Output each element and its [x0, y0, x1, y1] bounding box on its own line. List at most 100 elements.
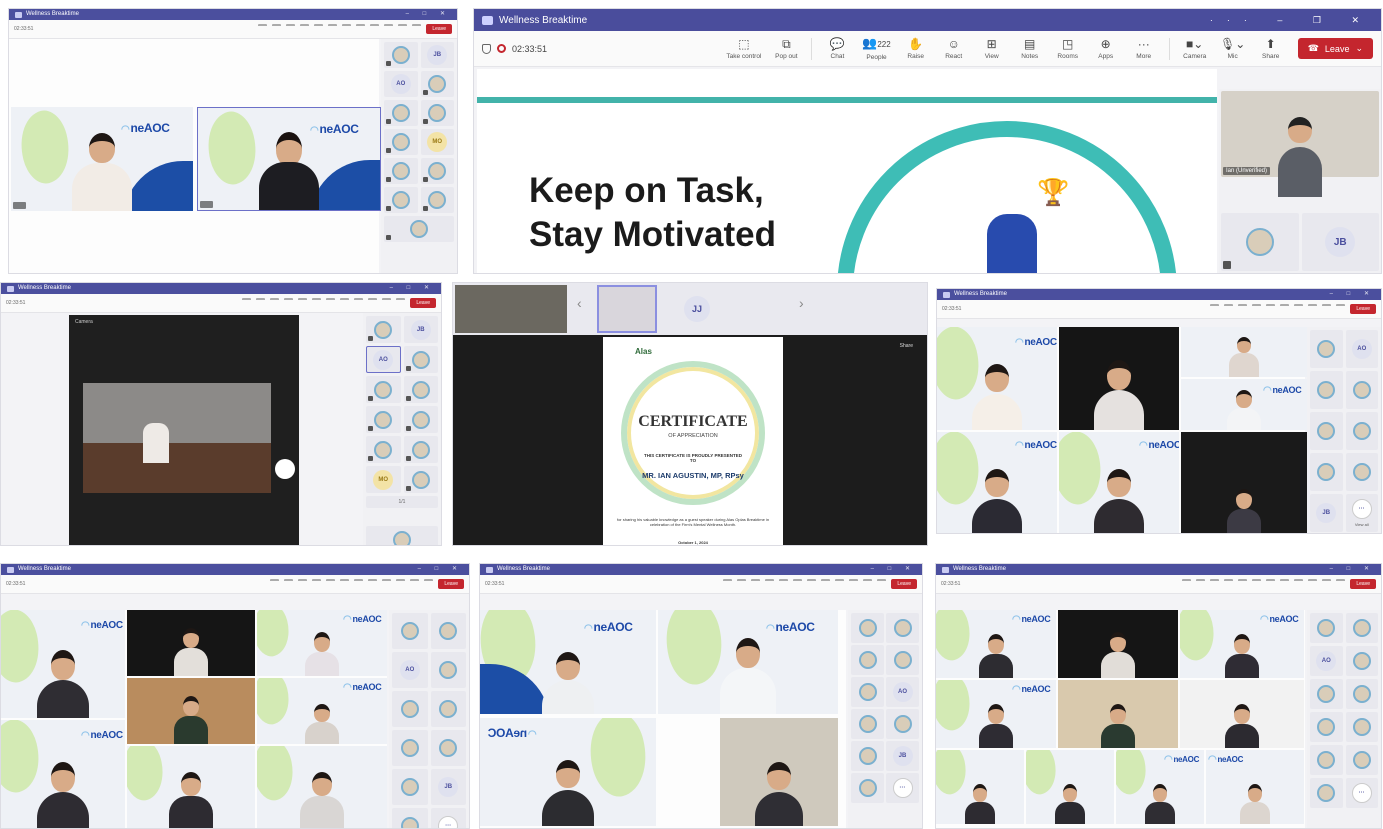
notes-icon[interactable] — [340, 578, 350, 590]
notes-icon[interactable] — [312, 297, 322, 309]
participant-thumbnail[interactable]: JB — [420, 42, 454, 68]
participant-thumbnail[interactable] — [366, 406, 401, 433]
mic-icon[interactable] — [410, 578, 420, 590]
participant-thumbnail[interactable] — [1310, 453, 1343, 491]
participant-thumbnail[interactable] — [851, 645, 884, 675]
apps-icon[interactable] — [356, 23, 366, 35]
react-icon[interactable] — [765, 578, 775, 590]
window-controls[interactable]: – □ ✕ — [1330, 289, 1381, 300]
participant-thumbnail[interactable] — [384, 187, 418, 213]
apps-icon[interactable] — [821, 578, 831, 590]
participant-thumbnail[interactable]: AO — [1345, 330, 1378, 368]
camera-icon[interactable] — [396, 578, 406, 590]
leave-button[interactable]: Leave — [438, 579, 464, 589]
react-icon[interactable] — [284, 297, 294, 309]
participant-thumbnail[interactable]: AO — [886, 677, 919, 707]
people-icon[interactable] — [272, 23, 282, 35]
video-tile[interactable]: neAOC — [1059, 432, 1179, 533]
camera-button[interactable]: ■⌄ Camera — [1178, 38, 1212, 60]
video-tile[interactable] — [1058, 610, 1178, 678]
mic-icon[interactable] — [382, 297, 392, 309]
participant-thumbnail[interactable] — [1310, 745, 1343, 775]
leave-button[interactable]: ☎ Leave ⌄ — [1297, 38, 1373, 59]
video-tile[interactable] — [1181, 327, 1307, 377]
video-tile[interactable]: neAOC — [1, 720, 125, 828]
participant-thumbnail[interactable] — [384, 129, 418, 155]
participant-thumbnail[interactable] — [1345, 453, 1378, 491]
participant-thumbnail[interactable]: JB — [403, 316, 438, 343]
more-icon[interactable] — [835, 578, 845, 590]
view-icon[interactable] — [326, 578, 336, 590]
video-tile[interactable]: neAOC — [11, 107, 193, 211]
react-icon[interactable] — [1224, 578, 1234, 590]
participant-thumbnail[interactable] — [420, 71, 454, 97]
raise-hand-icon[interactable] — [286, 23, 296, 35]
participant-thumbnail[interactable] — [392, 613, 428, 649]
participant-thumbnail[interactable] — [886, 645, 919, 675]
camera-icon[interactable] — [384, 23, 394, 35]
people-icon[interactable] — [284, 578, 294, 590]
video-tile[interactable]: neAOC — [1206, 750, 1304, 824]
participant-thumbnail[interactable]: AO — [384, 71, 418, 97]
video-tile[interactable] — [1059, 327, 1179, 430]
mic-icon[interactable] — [1322, 578, 1332, 590]
participant-thumbnail[interactable] — [817, 285, 927, 333]
raise-hand-icon[interactable] — [1238, 303, 1248, 315]
participant-thumbnail[interactable] — [1310, 679, 1343, 709]
participant-thumbnail[interactable] — [1310, 712, 1343, 742]
video-tile[interactable] — [720, 718, 838, 826]
video-tile[interactable] — [257, 746, 387, 828]
participant-thumbnail[interactable]: MO — [366, 466, 401, 493]
video-tile[interactable]: neAOC — [257, 678, 387, 744]
view-icon[interactable] — [314, 23, 324, 35]
leave-button[interactable]: Leave — [1350, 304, 1376, 314]
participant-thumbnail[interactable] — [851, 741, 884, 771]
view-icon[interactable] — [298, 297, 308, 309]
window-controls[interactable]: – □ ✕ — [418, 564, 469, 575]
participant-thumbnail[interactable]: AO — [366, 346, 401, 373]
camera-icon[interactable] — [1308, 303, 1318, 315]
more-icon[interactable] — [370, 23, 380, 35]
participant-thumbnail[interactable] — [1345, 371, 1378, 409]
pop-out-button[interactable]: ⧉ Pop out — [769, 38, 803, 60]
leave-button[interactable]: Leave — [1350, 579, 1376, 589]
rooms-icon[interactable] — [326, 297, 336, 309]
people-icon[interactable] — [1224, 303, 1234, 315]
apps-icon[interactable] — [340, 297, 350, 309]
participant-thumbnail[interactable] — [1310, 371, 1343, 409]
chat-icon[interactable] — [1210, 303, 1220, 315]
chat-icon[interactable] — [270, 578, 280, 590]
view-icon[interactable] — [779, 578, 789, 590]
take-control-button[interactable]: ⬚ Take control — [722, 38, 765, 60]
shutter-button[interactable] — [275, 459, 295, 479]
more-icon[interactable] — [382, 578, 392, 590]
participant-thumbnail[interactable]: JJ — [667, 285, 727, 333]
people-icon[interactable] — [256, 297, 266, 309]
rooms-icon[interactable] — [1266, 578, 1276, 590]
leave-button[interactable]: Leave — [426, 24, 452, 34]
more-button[interactable]: ··· More — [1127, 38, 1161, 60]
participant-thumbnail[interactable] — [455, 285, 567, 333]
raise-hand-icon[interactable] — [751, 578, 761, 590]
participant-thumbnail[interactable] — [392, 808, 428, 828]
participant-thumbnail[interactable] — [735, 285, 795, 333]
window-controls[interactable]: ··· – ❐ ✕ — [1210, 15, 1373, 26]
rooms-icon[interactable] — [342, 23, 352, 35]
participant-thumbnail[interactable] — [1345, 613, 1378, 643]
participant-thumbnail[interactable] — [392, 691, 428, 727]
people-button[interactable]: 👥222 People — [858, 37, 894, 61]
participant-thumbnail[interactable] — [403, 436, 438, 463]
window-controls[interactable]: – □ ✕ — [871, 564, 922, 575]
chat-icon[interactable] — [723, 578, 733, 590]
apps-icon[interactable] — [1280, 578, 1290, 590]
participant-thumbnail[interactable] — [597, 285, 657, 333]
apps-icon[interactable] — [1280, 303, 1290, 315]
video-tile[interactable]: neAOC — [480, 610, 656, 714]
apps-button[interactable]: ⊕ Apps — [1089, 38, 1123, 60]
video-tile[interactable] — [936, 750, 1024, 824]
participant-thumbnail[interactable] — [430, 730, 466, 766]
participant-thumbnail[interactable] — [430, 613, 466, 649]
raise-hand-button[interactable]: ✋ Raise — [899, 38, 933, 60]
participant-thumbnail[interactable] — [851, 709, 884, 739]
notes-icon[interactable] — [328, 23, 338, 35]
